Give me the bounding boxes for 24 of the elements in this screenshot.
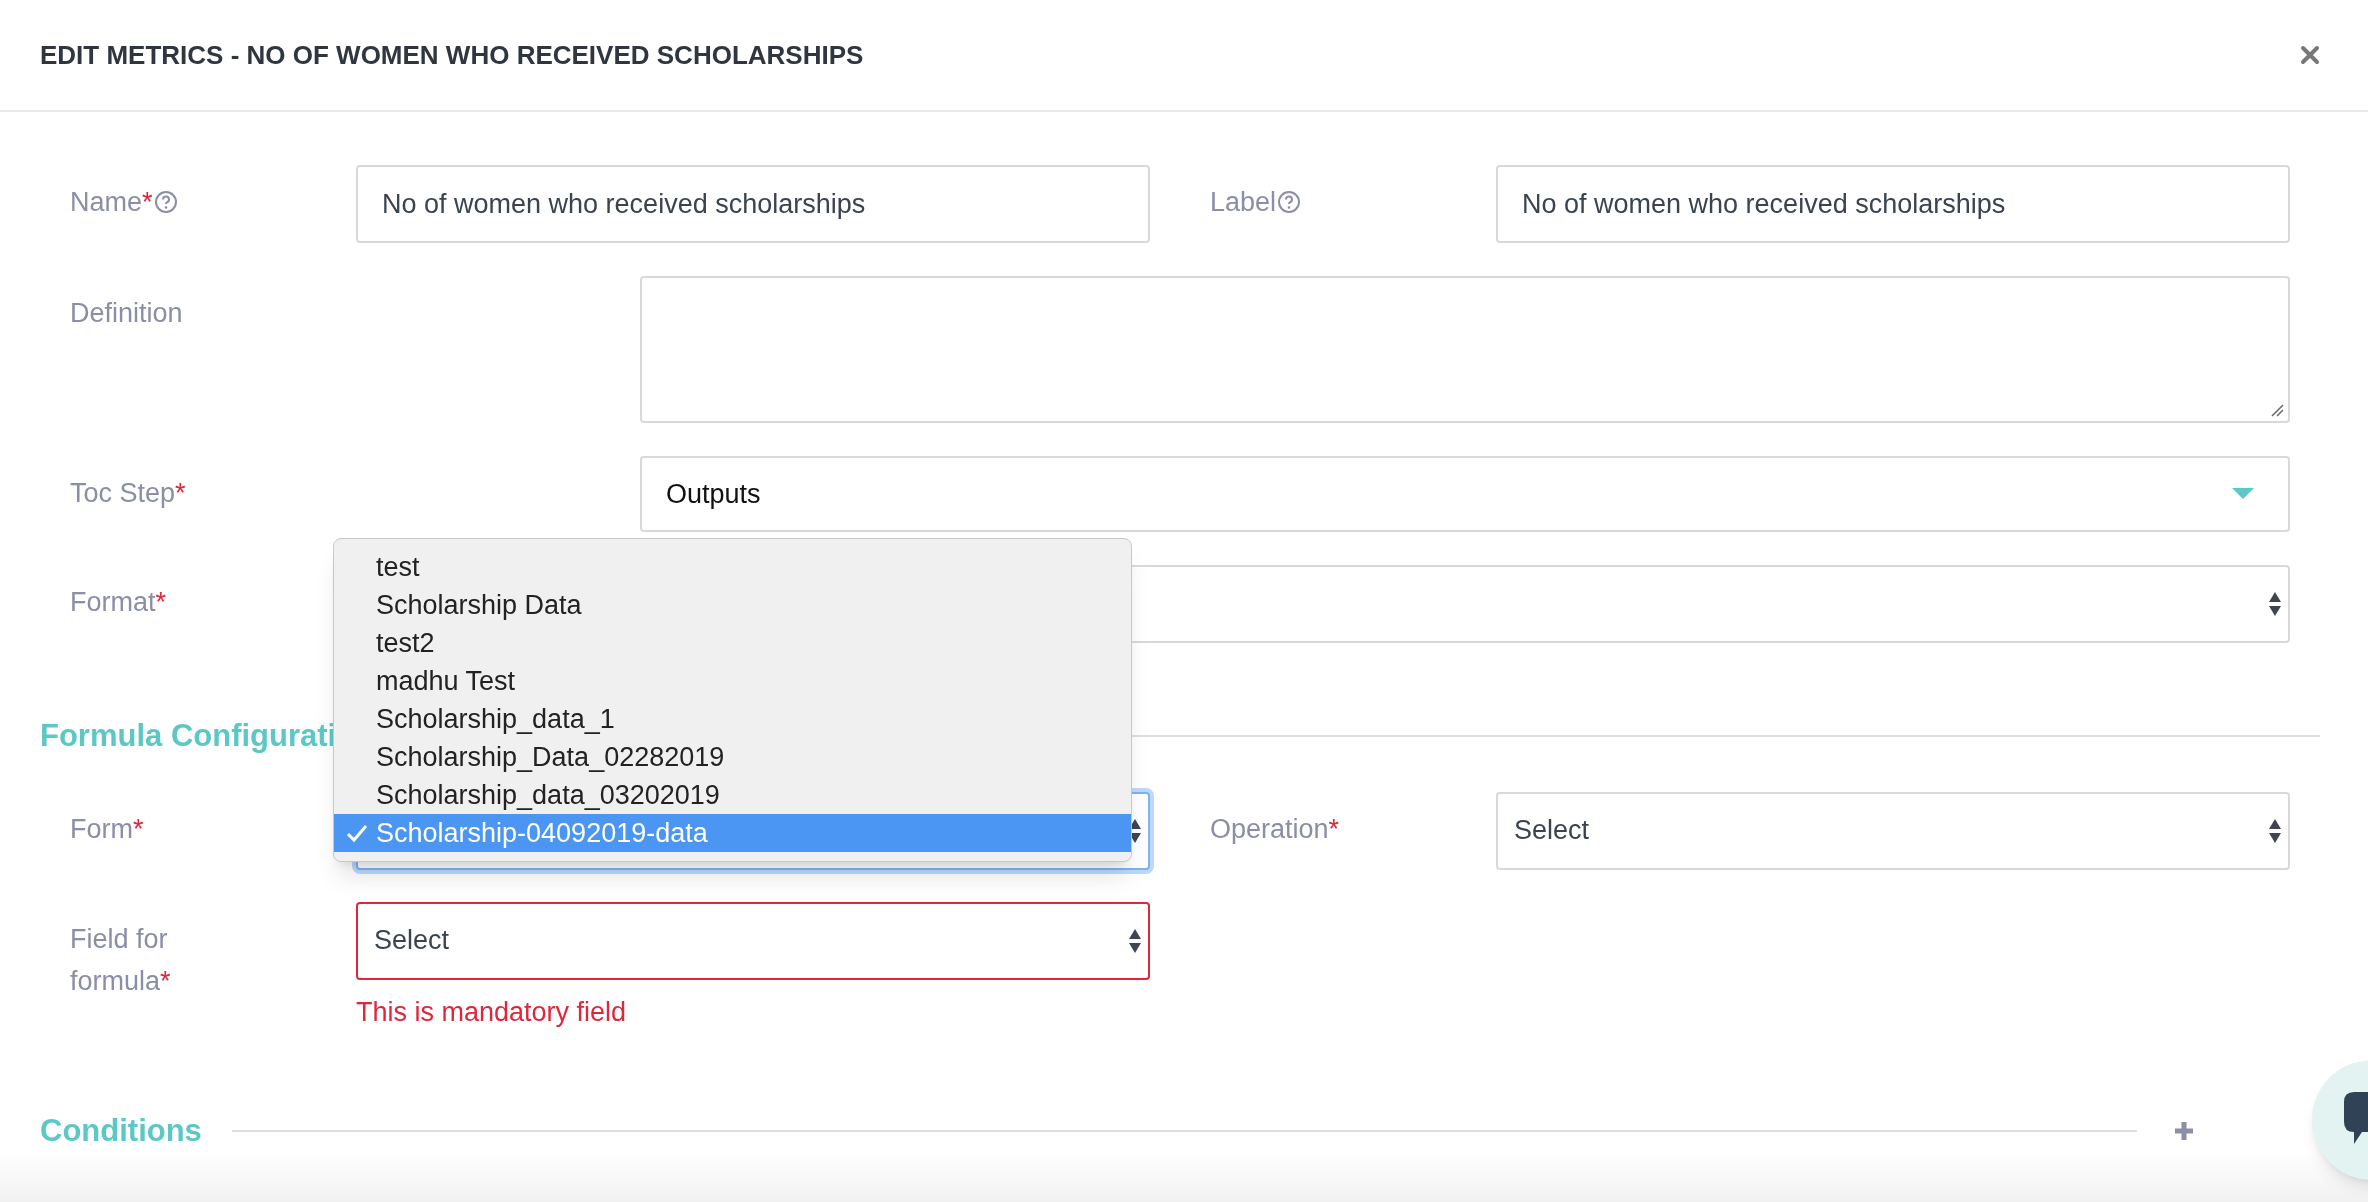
menu-option[interactable]: Scholarship Data	[334, 586, 1131, 624]
menu-option[interactable]: madhu Test	[334, 662, 1131, 700]
text-field[interactable]: No of women who received scholarships	[356, 165, 1150, 243]
menu-option[interactable]: Scholarship_Data_02282019	[334, 738, 1131, 776]
select-field[interactable]: Select	[1496, 791, 2290, 870]
text-field[interactable]: No of women who received scholarships	[1496, 165, 2290, 243]
field-label: Format*	[70, 586, 167, 619]
field-label: Toc Step*	[70, 477, 186, 510]
dialog-title: EDIT METRICS - NO OF WOMEN WHO RECEIVED SCHOLARSHIPS	[40, 38, 864, 72]
menu-option[interactable]: Scholarship_data_1	[334, 700, 1131, 738]
error-message: This is mandatory field	[356, 995, 628, 1029]
field-label: Operation*	[1210, 812, 1340, 846]
field-label: Label	[1210, 186, 1277, 219]
menu-option[interactable]: test	[334, 548, 1131, 586]
menu-option[interactable]: test2	[334, 624, 1131, 662]
select-field[interactable]: Select	[356, 901, 1150, 980]
toc-step-dropdown[interactable]: Outputs	[640, 456, 2290, 532]
section-heading: Formula Configurati	[40, 717, 337, 755]
field-label: Definition	[70, 297, 183, 330]
field-label: Field for formula*	[70, 922, 172, 998]
menu-option[interactable]: Scholarship_data_03202019	[334, 776, 1131, 814]
section-heading: Conditions	[40, 1112, 202, 1150]
field-label: Name*	[70, 186, 153, 219]
field-label: Form*	[70, 812, 144, 846]
